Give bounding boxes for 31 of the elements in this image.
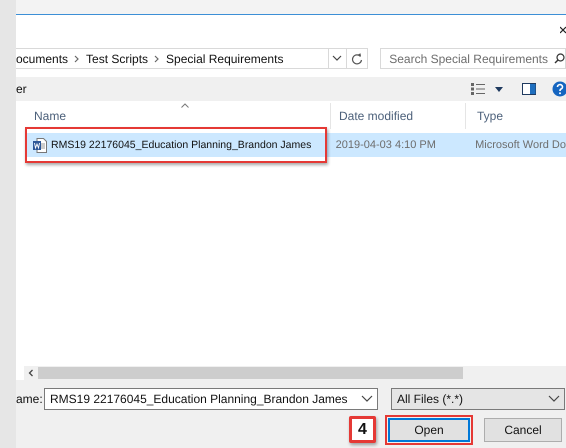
breadcrumb-item[interactable]: ocuments (16, 52, 68, 66)
chevron-right-icon (74, 54, 80, 62)
file-type-dropdown[interactable]: All Files (*.*) (391, 388, 565, 410)
dropdown-arrow-icon[interactable] (495, 86, 503, 92)
view-list-icon[interactable] (471, 83, 485, 95)
scrollbar-thumb[interactable] (38, 367, 463, 379)
breadcrumb-item[interactable]: Special Requirements (166, 52, 284, 66)
file-name-field[interactable]: RMS19 22176045_Education Planning_Brandon James (44, 388, 378, 410)
date-modified: 2019-04-03 4:10 PM (334, 139, 437, 151)
file-name: RMS19 22176045_Education Planning_Brandon James (51, 139, 312, 151)
file-type: Microsoft Word Do (474, 139, 566, 151)
word-document-icon (33, 138, 47, 152)
cancel-button[interactable]: Cancel (484, 418, 562, 442)
toolbar-label[interactable]: er (16, 82, 27, 96)
search-field[interactable]: Search Special Requirements (380, 48, 566, 69)
help-icon[interactable] (552, 81, 566, 97)
chevron-down-icon[interactable] (548, 395, 560, 403)
scroll-left-icon[interactable] (26, 368, 36, 378)
chevron-down-icon[interactable] (332, 55, 342, 62)
file-row[interactable]: RMS19 22176045_Education Planning_Brandon James 2019-04-03 4:10 PM Microsoft Word Do (27, 133, 566, 157)
column-header[interactable]: Type (466, 103, 566, 129)
chevron-down-icon[interactable] (361, 395, 373, 403)
step-number-badge: 4 (349, 416, 376, 443)
breadcrumb-item[interactable]: Test Scripts (86, 52, 148, 66)
column-header[interactable]: Date modified (331, 103, 466, 129)
preview-pane-icon[interactable] (522, 83, 536, 95)
column-header[interactable]: Name (27, 103, 331, 129)
chevron-right-icon (154, 54, 160, 62)
refresh-icon[interactable] (350, 52, 363, 64)
file-name-label: ame: (16, 392, 41, 406)
search-icon (554, 53, 565, 64)
